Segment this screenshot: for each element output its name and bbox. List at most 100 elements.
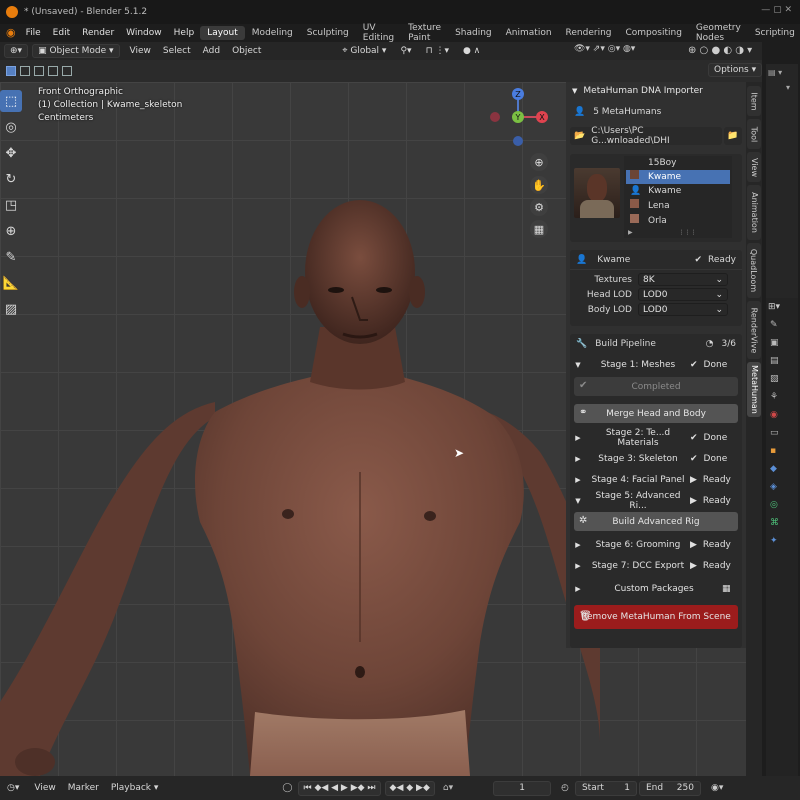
menu-render[interactable]: Render	[76, 28, 120, 38]
clock-icon[interactable]: ◴	[561, 783, 569, 793]
tab-tool[interactable]: Tool	[747, 119, 761, 149]
header-menu-add[interactable]: Add	[197, 46, 226, 56]
metahuman-list[interactable]: 15Boy Kwame 👤 Kwame Lena Orla ▶ ⋮⋮⋮	[624, 156, 732, 238]
particles-properties-icon[interactable]: ◈	[770, 482, 794, 492]
head-lod-dropdown[interactable]: LOD0 ⌄	[638, 288, 728, 301]
pivot-dropdown[interactable]: ⚲▾	[395, 44, 416, 58]
current-frame-field[interactable]: 1	[493, 780, 552, 796]
path-field[interactable]: 📂 C:\Users\PC G...wnloaded\DHI	[570, 126, 722, 146]
body-lod-dropdown[interactable]: LOD0 ⌄	[638, 303, 728, 316]
editor-type-button[interactable]: ⊕▾	[4, 44, 29, 58]
list-item[interactable]: Kwame	[626, 170, 730, 184]
stage-1-row[interactable]: ▼ Stage 1: Meshes ✔ Done	[570, 354, 742, 375]
proportional-edit-toggle[interactable]: ● ∧	[458, 44, 485, 58]
cursor-tool-icon[interactable]: ◎	[0, 116, 22, 138]
playback-controls[interactable]: ⏮ ◆◀ ◀ ▶ ▶◆ ⏭	[298, 780, 381, 796]
tab-layout[interactable]: Layout	[200, 26, 245, 40]
stage-3-row[interactable]: ▶ Stage 3: Skeleton ✔ Done	[570, 448, 742, 469]
header-menu-select[interactable]: Select	[157, 46, 197, 56]
tab-animation[interactable]: Animation	[747, 185, 761, 240]
snap-toggle[interactable]: ⊓ ⋮▾	[421, 44, 454, 58]
tab-modeling[interactable]: Modeling	[245, 26, 300, 40]
select-mode-extend-icon[interactable]	[20, 66, 30, 76]
stage-2-row[interactable]: ▶ Stage 2: Te...d Materials ✔ Done	[570, 427, 742, 448]
header-menu-object[interactable]: Object	[226, 46, 267, 56]
list-scroll-arrow-icon[interactable]: ▶ ⋮⋮⋮	[624, 229, 732, 237]
menu-edit[interactable]: Edit	[47, 28, 76, 38]
mode-dropdown[interactable]: ▣ Object Mode ▾	[32, 44, 120, 58]
menu-file[interactable]: File	[20, 28, 47, 38]
options-dropdown[interactable]: Options ▾	[708, 63, 763, 77]
stage-5-row[interactable]: ▼ Stage 5: Advanced Ri... ▶ Ready	[570, 490, 742, 511]
select-mode-intersect-icon[interactable]	[62, 66, 72, 76]
window-controls[interactable]: — ▢ ✕	[761, 5, 792, 15]
scale-tool-icon[interactable]: ◳	[0, 194, 22, 216]
shading-mode-icons[interactable]: ⊕ ○ ● ◐ ◑ ▾	[688, 45, 752, 56]
browse-folder-button[interactable]: 📁	[724, 127, 742, 145]
merge-head-body-button[interactable]: ⚭ Merge Head and Body	[574, 404, 738, 423]
constraints-properties-icon[interactable]: ⌘	[770, 518, 794, 528]
tab-shading[interactable]: Shading	[448, 26, 499, 40]
orientation-dropdown[interactable]: ⌖ Global ▾	[337, 44, 391, 58]
output-properties-icon[interactable]: ▤	[770, 356, 794, 366]
build-advanced-rig-button[interactable]: ✲ Build Advanced Rig	[574, 512, 738, 531]
header-menu-view[interactable]: View	[124, 46, 157, 56]
zoom-icon[interactable]: ⊕	[530, 153, 548, 171]
navigation-gizmo[interactable]: Z X Y	[488, 86, 552, 150]
pan-hand-icon[interactable]: ✋	[530, 176, 548, 194]
rotate-tool-icon[interactable]: ↻	[0, 168, 22, 190]
list-item[interactable]: Lena	[624, 199, 732, 214]
tab-view[interactable]: View	[747, 152, 761, 182]
transform-tool-icon[interactable]: ⊕	[0, 220, 22, 242]
list-item[interactable]: Orla	[624, 214, 732, 229]
panel-header[interactable]: ▼ MetaHuman DNA Importer	[566, 82, 746, 100]
keying-icon[interactable]: ⌂▾	[443, 783, 453, 793]
move-tool-icon[interactable]: ✥	[0, 142, 22, 164]
collection-properties-icon[interactable]: ▭	[770, 428, 794, 438]
tab-compositing[interactable]: Compositing	[619, 26, 689, 40]
tab-scripting[interactable]: Scripting	[748, 26, 800, 40]
view-layer-icon[interactable]: ▧	[770, 374, 794, 384]
timeline-menu-marker[interactable]: Marker	[62, 783, 105, 793]
tab-rendering[interactable]: Rendering	[559, 26, 619, 40]
custom-packages-row[interactable]: ▶ Custom Packages ▦	[570, 578, 742, 599]
keyframe-controls[interactable]: ◆◀ ◆ ▶◆	[384, 780, 435, 796]
outliner-partial[interactable]: ▤ ▾ ▾	[766, 64, 798, 304]
list-item[interactable]: 👤 Kwame	[624, 184, 732, 199]
tab-metahuman[interactable]: MetaHuman	[747, 362, 761, 417]
metahuman-figure[interactable]	[0, 82, 600, 776]
perspective-grid-icon[interactable]: ▦	[530, 220, 548, 238]
camera-view-icon[interactable]: ⚙	[530, 198, 548, 216]
tab-rendervive[interactable]: RenderVive	[747, 301, 761, 359]
timeline-editor-icon[interactable]: ◷▾	[2, 781, 24, 795]
add-cube-tool-icon[interactable]: ▨	[0, 298, 22, 320]
view-settings-icon[interactable]: ◉▾	[711, 783, 723, 793]
modifier-properties-icon[interactable]: ◆	[770, 464, 794, 474]
blender-menu-icon[interactable]: ◉	[6, 27, 16, 39]
object-properties-icon[interactable]: ▪	[770, 446, 794, 456]
record-icon[interactable]: ◯	[282, 783, 292, 793]
timeline-menu-view[interactable]: View	[28, 783, 61, 793]
annotate-tool-icon[interactable]: ✎	[0, 246, 22, 268]
select-box-tool-icon[interactable]: ⬚	[0, 90, 22, 112]
textures-dropdown[interactable]: 8K ⌄	[638, 273, 728, 286]
stage-7-row[interactable]: ▶ Stage 7: DCC Export ▶ Ready	[570, 555, 742, 576]
timeline-menu-playback[interactable]: Playback ▾	[105, 783, 165, 793]
data-properties-icon[interactable]: ✦	[770, 536, 794, 546]
select-mode-invert-icon[interactable]	[48, 66, 58, 76]
visibility-icons[interactable]: 👁▾ ⇗▾ ◎▾ ◍▾	[574, 44, 635, 54]
physics-properties-icon[interactable]: ◎	[770, 500, 794, 510]
menu-window[interactable]: Window	[120, 28, 168, 38]
start-frame-field[interactable]: Start 1	[574, 780, 637, 796]
tab-item[interactable]: Item	[747, 86, 761, 116]
render-properties-icon[interactable]: ▣	[770, 338, 794, 348]
select-mode-new-icon[interactable]	[6, 66, 16, 76]
tab-animation[interactable]: Animation	[499, 26, 559, 40]
editor-type-icon[interactable]: ⊞▾	[768, 302, 796, 312]
stage-6-row[interactable]: ▶ Stage 6: Grooming ▶ Ready	[570, 534, 742, 555]
end-frame-field[interactable]: End 250	[638, 780, 701, 796]
menu-help[interactable]: Help	[168, 28, 201, 38]
scene-properties-icon[interactable]: ⚘	[770, 392, 794, 402]
world-properties-icon[interactable]: ◉	[770, 410, 794, 420]
stage-4-row[interactable]: ▶ Stage 4: Facial Panel ▶ Ready	[570, 469, 742, 490]
